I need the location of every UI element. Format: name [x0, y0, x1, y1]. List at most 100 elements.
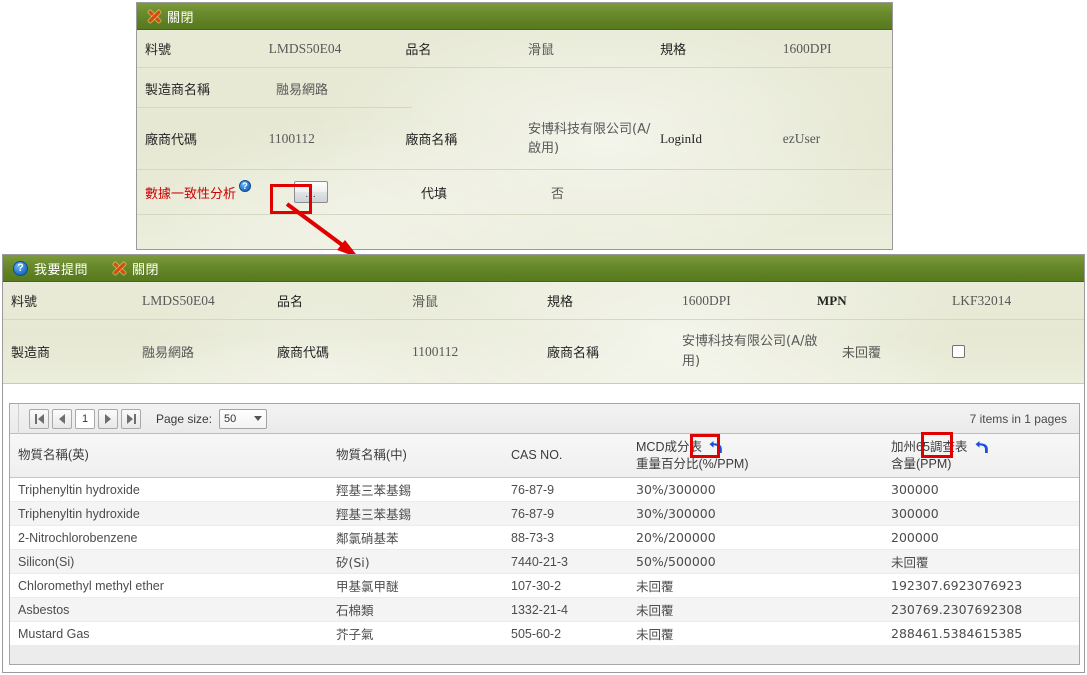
undo-arrow-icon[interactable] [974, 440, 990, 455]
value-spec-2: 1600DPI [682, 292, 731, 308]
value-reply-status: 未回覆 [842, 346, 882, 361]
cell-name-zh: 羥基三苯基錫 [336, 483, 412, 498]
cell-cas-no: 107-30-2 [511, 578, 562, 593]
value-vendor-code-2: 1100112 [412, 343, 459, 359]
cell-name-zh: 芥子氣 [336, 627, 374, 642]
pager-divider [18, 403, 19, 434]
first-page-icon[interactable] [29, 408, 49, 429]
bottom-window-info: 料號 LMDS50E04 品名 滑鼠 規格 1600DPI MPN LKF320… [3, 282, 1084, 384]
info-row-basic-2: 料號 LMDS50E04 品名 滑鼠 規格 1600DPI MPN LKF320… [3, 282, 1084, 320]
reply-checkbox[interactable] [952, 345, 965, 358]
cell-name-en: 2-Nitrochlorobenzene [18, 530, 138, 545]
header-ca65-subtext: 含量(PPM) [891, 456, 952, 471]
product-detail-window-top: 關閉 料號 LMDS50E04 品名 滑鼠 規格 1600DPI 製造商名稱 融… [136, 2, 893, 250]
label-proxy-fill: 代填 [421, 186, 448, 202]
close-button-top[interactable]: 關閉 [147, 7, 194, 26]
info-row-vendor: 廠商代碼 1100112 廠商名稱 安博科技有限公司(A/啟用) LoginId… [137, 108, 892, 170]
header-mcd-subtext: 重量百分比(%/PPM) [636, 456, 749, 471]
cell-name-zh: 羥基三苯基錫 [336, 507, 412, 522]
substance-detail-window: ? 我要提問 關閉 料號 LMDS50E04 品名 滑鼠 規格 1600DPI … [2, 254, 1085, 673]
cell-ca65: 200000 [891, 530, 939, 545]
last-page-icon[interactable] [121, 408, 141, 429]
value-vendor-code: 1100112 [268, 130, 315, 146]
cell-name-zh: 鄰氯硝基苯 [336, 531, 399, 546]
label-vendor-name: 廠商名稱 [405, 133, 458, 148]
cell-name-en: Chloromethyl methyl ether [18, 578, 164, 593]
value-manufacturer-2: 融易網路 [142, 346, 195, 361]
label-product-name: 品名 [405, 43, 432, 58]
label-data-consistency: 數據一致性分析 [145, 186, 237, 202]
ask-question-button[interactable]: ? 我要提問 [13, 259, 88, 278]
cell-cas-no: 7440-21-3 [511, 554, 568, 569]
close-button-bottom[interactable]: 關閉 [112, 259, 159, 278]
substance-grid: 1 Page size: 50 7 items in 1 pages 物質名稱(… [9, 403, 1080, 665]
table-row[interactable]: Triphenyltin hydroxide 羥基三苯基錫 76-87-9 30%/3… [10, 502, 1079, 526]
reply-checkbox-cell [948, 345, 1008, 358]
label-vendor-code: 廠商代碼 [145, 133, 198, 148]
cell-mcd: 50%/500000 [636, 554, 716, 569]
table-row[interactable]: Silicon(Si) 矽(Si) 7440-21-3 50%/500000 未回覆 [10, 550, 1079, 574]
value-product-name-2: 滑鼠 [412, 295, 439, 310]
header-mcd-text: MCD成分表 [636, 439, 702, 454]
table-row[interactable]: Chloromethyl methyl ether 甲基氯甲醚 107-30-2 未回… [10, 574, 1079, 598]
label-product-name-2: 品名 [277, 295, 304, 310]
value-vendor-name-2: 安博科技有限公司(A/啟用) [682, 333, 818, 369]
consistency-label-group: 數據一致性分析 ? [137, 179, 272, 202]
cell-ca65: 300000 [891, 482, 939, 497]
info-row-basic: 料號 LMDS50E04 品名 滑鼠 規格 1600DPI [137, 30, 892, 68]
cell-mcd: 未回覆 [636, 603, 674, 618]
grid-body: Triphenyltin hydroxide 羥基三苯基錫 76-87-9 30%/3… [10, 478, 1079, 646]
label-vendor-name-2: 廠商名稱 [547, 346, 600, 361]
grid-rows-container: Triphenyltin hydroxide 羥基三苯基錫 76-87-9 30%/3… [10, 478, 1079, 646]
bottom-window-titlebar: ? 我要提問 關閉 [3, 255, 1084, 282]
table-row[interactable]: Asbestos 石棉類 1332-21-4 未回覆 230769.2307692308 [10, 598, 1079, 622]
value-part-no: LMDS50E04 [268, 40, 342, 56]
page-size-label: Page size: [156, 411, 213, 426]
cell-name-en: Silicon(Si) [18, 554, 75, 569]
header-ca65-text: 加州65調查表 [891, 439, 968, 454]
next-page-icon[interactable] [98, 408, 118, 429]
page-size-value: 50 [224, 412, 237, 425]
help-circle-icon[interactable]: ? [239, 179, 252, 192]
close-label-top: 關閉 [167, 10, 195, 26]
grid-pager-toolbar: 1 Page size: 50 7 items in 1 pages [10, 403, 1079, 434]
label-vendor-code-2: 廠商代碼 [277, 346, 330, 361]
undo-arrow-icon[interactable] [708, 440, 724, 455]
help-circle-icon: ? [13, 260, 28, 276]
cell-ca65: 192307.6923076923 [891, 578, 1023, 593]
top-window-titlebar: 關閉 [137, 3, 892, 30]
label-mpn: MPN [817, 292, 847, 308]
page-size-select[interactable]: 50 [219, 408, 268, 429]
header-mcd[interactable]: MCD成分表 重量百分比(%/PPM) [628, 439, 883, 473]
cell-name-zh: 石棉類 [336, 603, 374, 618]
cell-cas-no: 505-60-2 [511, 626, 562, 641]
current-page-number[interactable]: 1 [75, 408, 95, 429]
header-cas-no-text: CAS NO. [511, 448, 563, 462]
value-vendor-name: 安博科技有限公司(A/啟用) [528, 121, 651, 156]
header-name-zh[interactable]: 物質名稱(中) [328, 447, 503, 464]
cell-ca65: 288461.5384615385 [891, 626, 1023, 641]
table-row[interactable]: Triphenyltin hydroxide 羥基三苯基錫 76-87-9 30%/3… [10, 478, 1079, 502]
table-row[interactable]: 2-Nitrochlorobenzene 鄰氯硝基苯 88-73-3 20%/2000… [10, 526, 1079, 550]
label-spec-2: 規格 [547, 295, 574, 310]
cell-name-en: Triphenyltin hydroxide [18, 482, 140, 497]
label-part-no-2: 料號 [11, 295, 38, 310]
cell-name-en: Mustard Gas [18, 626, 90, 641]
cell-ca65: 300000 [891, 506, 939, 521]
value-spec: 1600DPI [782, 40, 832, 56]
label-manufacturer-name: 製造商名稱 [145, 82, 211, 98]
cell-mcd: 30%/300000 [636, 482, 716, 497]
cell-ca65: 230769.2307692308 [891, 602, 1023, 617]
info-row-empty [137, 215, 892, 247]
header-cas-no[interactable]: CAS NO. [503, 447, 628, 464]
cell-ca65: 未回覆 [891, 555, 929, 570]
cell-mcd: 未回覆 [636, 627, 674, 642]
grid-empty-filler [10, 646, 1079, 664]
prev-page-icon[interactable] [52, 408, 72, 429]
header-ca65[interactable]: 加州65調查表 含量(PPM) [883, 439, 1073, 473]
cell-mcd: 30%/300000 [636, 506, 716, 521]
table-row[interactable]: Mustard Gas 芥子氣 505-60-2 未回覆 288461.53846153… [10, 622, 1079, 646]
cell-name-en: Asbestos [18, 602, 70, 617]
header-name-en[interactable]: 物質名稱(英) [10, 447, 328, 464]
top-window-body: 料號 LMDS50E04 品名 滑鼠 規格 1600DPI 製造商名稱 融易網路… [137, 30, 892, 247]
